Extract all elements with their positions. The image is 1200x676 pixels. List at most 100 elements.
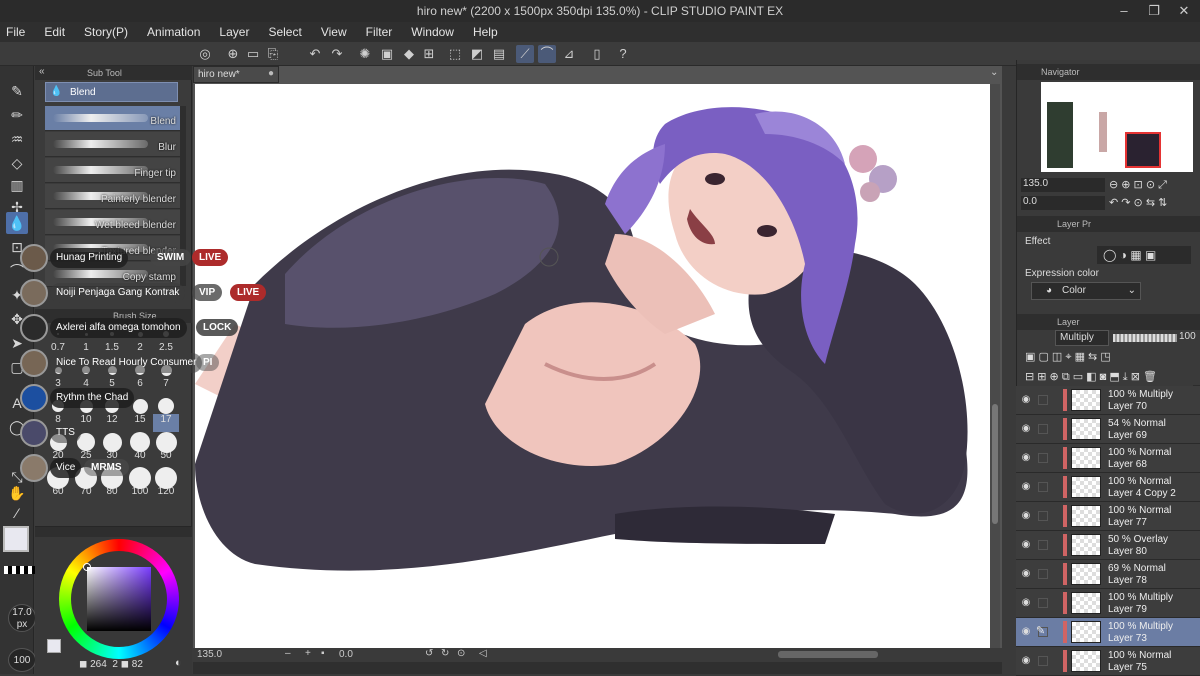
- canvas-vertical-scrollbar[interactable]: [990, 84, 1000, 648]
- tab-close-icon[interactable]: ●: [268, 68, 274, 79]
- effect-buttons[interactable]: ◯ ◑ ▦ ▣: [1097, 246, 1191, 264]
- crop-icon[interactable]: ▤: [490, 45, 508, 63]
- layer-row[interactable]: ◉ 100 % Multiply Layer 70: [1016, 386, 1200, 415]
- layer-row[interactable]: ◉ 100 % Normal Layer 68: [1016, 444, 1200, 473]
- fit-icon[interactable]: ▪: [321, 648, 325, 659]
- menu-layer[interactable]: Layer: [219, 25, 249, 39]
- transform-icon[interactable]: ⊞: [420, 45, 438, 63]
- deselect-icon[interactable]: ⬚: [446, 45, 464, 63]
- brush-finger-tip[interactable]: Finger tip: [45, 158, 180, 183]
- decoration-tool-icon[interactable]: ▥: [6, 174, 28, 196]
- menu-help[interactable]: Help: [473, 25, 498, 39]
- fill-icon[interactable]: ◆: [400, 45, 418, 63]
- snap-grid-icon[interactable]: ⊿: [560, 45, 578, 63]
- layer-row[interactable]: ◉ 100 % Normal Layer 77: [1016, 502, 1200, 531]
- maximize-button[interactable]: ❐: [1140, 2, 1168, 20]
- navigator-tab-label[interactable]: Navigator: [1041, 67, 1080, 77]
- layer-lock-box[interactable]: [1038, 482, 1048, 492]
- navigator-zoom-buttons[interactable]: ⊖ ⊕ ⊡ ⊙ ⤢: [1109, 178, 1199, 192]
- eye-icon[interactable]: ◉: [1019, 655, 1033, 667]
- navigator-rotate-buttons[interactable]: ↶ ↷ ⊙ ⇆ ⇅: [1109, 196, 1199, 210]
- layer-lock-box[interactable]: [1038, 656, 1048, 666]
- brush-size-option[interactable]: 17: [153, 414, 179, 432]
- collapse-icon[interactable]: «: [39, 66, 45, 77]
- eye-icon[interactable]: ◉: [1019, 452, 1033, 464]
- eyedropper-tool-icon[interactable]: ⁄: [6, 502, 28, 524]
- help-icon[interactable]: ?: [614, 45, 632, 63]
- minimize-button[interactable]: –: [1110, 2, 1138, 20]
- tab-dropdown-icon[interactable]: ⌄: [990, 67, 998, 78]
- drawing-canvas[interactable]: [195, 84, 990, 648]
- layer-row[interactable]: ◉ 100 % Normal Layer 4 Copy 2: [1016, 473, 1200, 502]
- layer-lock-toolbar[interactable]: ▣ ▢ ◫ ⌖ ▦ ⇆ ◳: [1025, 350, 1195, 366]
- menu-view[interactable]: View: [321, 25, 347, 39]
- layer-lock-box[interactable]: [1038, 424, 1048, 434]
- brush-size-option[interactable]: 15: [127, 414, 153, 432]
- layer-lock-box[interactable]: [1038, 598, 1048, 608]
- brush-wet-bleed-blender[interactable]: Wet bleed blender: [45, 210, 180, 235]
- navigator-zoom-field[interactable]: 135.0: [1021, 178, 1105, 192]
- navigator-angle-field[interactable]: 0.0: [1021, 196, 1105, 210]
- brush-blend[interactable]: Blend: [45, 106, 180, 131]
- eye-icon[interactable]: ◉: [1019, 481, 1033, 493]
- blend-tool-icon[interactable]: 💧: [6, 212, 28, 234]
- layer-row[interactable]: ◉ 69 % Normal Layer 78: [1016, 560, 1200, 589]
- menu-edit[interactable]: Edit: [44, 25, 65, 39]
- layer-row[interactable]: ◉ 100 % Multiply Layer 79: [1016, 589, 1200, 618]
- menu-story[interactable]: Story(P): [84, 25, 128, 39]
- brush-size-option[interactable]: 12: [99, 414, 125, 432]
- undo-icon[interactable]: ↶: [306, 45, 324, 63]
- flip-icon[interactable]: ◁: [479, 648, 487, 659]
- pen-tool-icon[interactable]: ✎: [6, 80, 28, 102]
- eye-icon[interactable]: ◉: [1019, 394, 1033, 406]
- eraser-tool-icon[interactable]: ◇: [6, 152, 28, 174]
- layer-row[interactable]: ◉ 54 % Normal Layer 69: [1016, 415, 1200, 444]
- menu-filter[interactable]: Filter: [366, 25, 393, 39]
- open-file-icon[interactable]: ▭: [244, 45, 262, 63]
- layer-row[interactable]: ◉ 50 % Overlay Layer 80: [1016, 531, 1200, 560]
- loading-icon[interactable]: ✺: [356, 45, 374, 63]
- menu-file[interactable]: File: [6, 25, 25, 39]
- color-picker-handle[interactable]: [83, 563, 91, 571]
- brush-painterly-blender[interactable]: Painterly blender: [45, 184, 180, 209]
- brush-size-option[interactable]: 7: [153, 378, 179, 396]
- layer-lock-box[interactable]: [1038, 395, 1048, 405]
- opacity-indicator[interactable]: 100: [8, 648, 36, 672]
- angle-value[interactable]: 0.0: [339, 649, 353, 660]
- eye-icon[interactable]: ◉: [1019, 539, 1033, 551]
- opacity-slider[interactable]: [1113, 334, 1177, 342]
- menu-animation[interactable]: Animation: [147, 25, 200, 39]
- eye-icon[interactable]: ◉: [1019, 423, 1033, 435]
- eye-icon[interactable]: ◉: [1019, 510, 1033, 522]
- redo-icon[interactable]: ↷: [328, 45, 346, 63]
- document-tab[interactable]: hiro new* ●: [193, 66, 279, 83]
- tablet-icon[interactable]: ▯: [588, 45, 606, 63]
- clear-icon[interactable]: ▣: [378, 45, 396, 63]
- layer-lock-box[interactable]: [1038, 511, 1048, 521]
- saturation-square[interactable]: [83, 563, 151, 631]
- close-button[interactable]: ✕: [1170, 2, 1198, 20]
- blend-mode-select[interactable]: Multiply: [1055, 330, 1109, 346]
- layer-actions-toolbar[interactable]: ⊟ ⊞ ⊕ ⧉ ▭ ◧ ◙ ⬒ ⤓ ⊠ 🗑: [1025, 370, 1195, 386]
- rotate-left-icon[interactable]: ↺: [425, 648, 433, 659]
- canvas-horizontal-scroll-thumb[interactable]: [778, 651, 878, 658]
- menu-window[interactable]: Window: [411, 25, 454, 39]
- subtool-group-tab[interactable]: 💧 Blend: [45, 82, 178, 102]
- layer-row[interactable]: ◉ ✎ 100 % Multiply Layer 73: [1016, 618, 1200, 647]
- expression-color-select[interactable]: Color ⌄ ◕: [1031, 282, 1141, 300]
- brush-tool-icon[interactable]: ♒: [6, 128, 28, 150]
- zoom-value[interactable]: 135.0: [197, 649, 222, 660]
- main-color-swatch[interactable]: [3, 526, 29, 552]
- snap-special-ruler-icon[interactable]: ⌒: [538, 45, 556, 63]
- brush-size-option[interactable]: 40: [127, 450, 153, 468]
- eye-icon[interactable]: ◉: [1019, 568, 1033, 580]
- brush-size-option[interactable]: 50: [153, 450, 179, 468]
- brush-blur[interactable]: Blur: [45, 132, 180, 157]
- rotate-right-icon[interactable]: ↻: [441, 648, 449, 659]
- layer-lock-box[interactable]: [1038, 569, 1048, 579]
- current-color-swatch[interactable]: [47, 639, 61, 653]
- zoom-out-icon[interactable]: –: [285, 648, 291, 659]
- eye-icon[interactable]: ◉: [1019, 597, 1033, 609]
- layer-row[interactable]: ◉ 100 % Normal Layer 75: [1016, 647, 1200, 676]
- layer-lock-box[interactable]: [1038, 540, 1048, 550]
